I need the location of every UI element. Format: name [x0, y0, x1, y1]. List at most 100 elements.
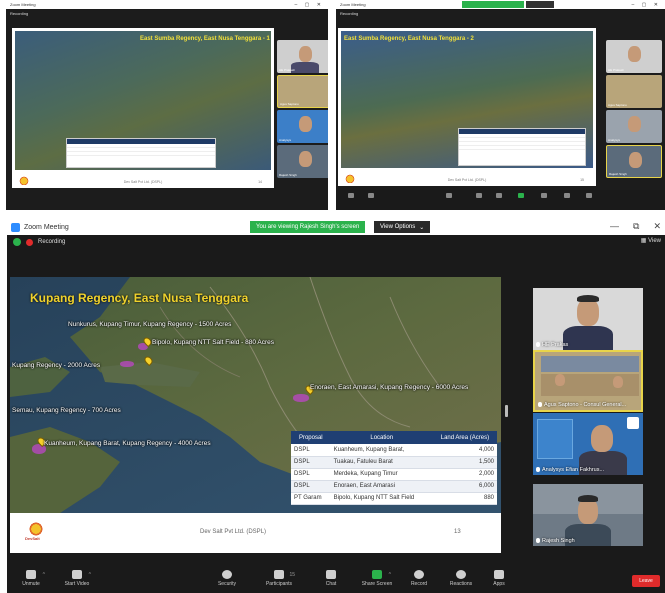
participants-icon: [274, 570, 284, 579]
participant-video[interactable]: Analysys Efian Fakhrus...: [533, 413, 643, 475]
microphone-muted-icon: [26, 570, 36, 579]
participant-name-tag: Rajesh Singh: [536, 538, 575, 544]
chat-button[interactable]: Chat: [311, 570, 351, 587]
chat-label: Chat: [325, 581, 337, 587]
record-icon: [414, 570, 424, 579]
participants-count: 15: [289, 572, 295, 578]
restore-button[interactable]: ⧉: [633, 221, 639, 232]
participant-name: HE Prakash: [608, 68, 625, 72]
column-header: Location: [330, 431, 433, 444]
participant-name: Analysys: [608, 138, 621, 142]
view-menu-button[interactable]: ▦ View: [641, 237, 661, 244]
shared-screen-slide: Kupang Regency, East Nusa Tenggara Nunku…: [10, 277, 501, 553]
table-cell: 880: [432, 492, 497, 505]
slide-footer: Dev Salt Pvt Ltd. (DSPL): [447, 178, 487, 182]
table-cell: DSPL: [291, 480, 331, 493]
start-video-button[interactable]: Start Video ^: [57, 570, 97, 587]
view-options-button[interactable]: [526, 1, 554, 8]
apps-icon: [494, 570, 504, 579]
column-header: Land Area (Acres): [432, 431, 497, 444]
panel-resize-handle[interactable]: [505, 405, 508, 417]
table-cell: PT Garam: [291, 492, 331, 505]
chevron-up-icon[interactable]: ^: [389, 572, 391, 578]
video-off-icon: [72, 570, 82, 579]
participant-video[interactable]: Rajesh Singh: [533, 484, 643, 546]
footer-company: Dev Salt Pvt Ltd. (DSPL): [200, 529, 267, 535]
table-cell: Merdeka, Kupang Timur: [330, 468, 433, 481]
slide-title: East Sumba Regency, East Nusa Tenggara -…: [344, 36, 474, 42]
window-title: Zoom Meeting: [10, 2, 36, 7]
minimize-button[interactable]: —: [610, 221, 619, 232]
view-menu-label: View: [648, 238, 661, 244]
participant-name: Rajesh Singh: [542, 538, 575, 544]
start-video-label: Start Video: [64, 581, 90, 587]
participant-video[interactable]: Rajesh Singh: [606, 145, 662, 178]
table-cell: DSPL: [291, 456, 331, 469]
close-button[interactable]: ✕: [653, 221, 661, 232]
chevron-up-icon[interactable]: ^: [43, 572, 45, 578]
proposal-table: [458, 128, 586, 166]
recording-indicator: Recording: [10, 11, 29, 16]
participant-video[interactable]: Analysys: [277, 110, 328, 143]
participant-video[interactable]: HE Prakas: [533, 288, 643, 350]
map-label: Kupang Regency - 2000 Acres: [12, 362, 101, 369]
recording-indicator: Recording: [340, 11, 359, 16]
shield-icon: [222, 570, 232, 579]
leave-button[interactable]: Leave: [632, 575, 660, 587]
map-label: Bipolo, Kupang NTT Salt Field - 880 Acre…: [152, 339, 274, 346]
map-label: Kuanheum, Kupang Barat, Kupang Regency -…: [44, 440, 211, 447]
share-screen-icon: [372, 570, 382, 579]
chat-icon: [326, 570, 336, 579]
share-screen-button[interactable]: Share Screen ^: [357, 570, 397, 587]
page-number: 14: [258, 180, 262, 184]
zoom-logo-icon: [11, 222, 20, 232]
window-controls: – ▢ ✕: [631, 1, 661, 8]
participant-name-tag: HE Prakas: [536, 342, 568, 348]
microphone-icon: [536, 467, 540, 472]
window-controls: – ▢ ✕: [294, 1, 324, 8]
meeting-toolbar: [336, 190, 665, 210]
viewing-banner: [462, 1, 524, 8]
security-button[interactable]: Security: [207, 570, 247, 587]
shield-icon[interactable]: [13, 238, 21, 246]
apps-button[interactable]: Apps: [479, 570, 519, 587]
salt-field-area: [120, 361, 134, 367]
participant-video[interactable]: Agus Saptono - Consul General...: [533, 350, 643, 412]
table-cell: Enoraen, East Amarasi: [330, 480, 433, 493]
title-bar: Zoom Meeting – ▢ ✕: [6, 0, 328, 9]
participant-video[interactable]: Agus Saptono: [277, 75, 328, 108]
table-cell: Tuakau, Fatuleu Barat: [330, 456, 433, 469]
participants-label: Participants: [265, 581, 293, 587]
participant-video[interactable]: Analysys: [606, 110, 662, 143]
window-title: Zoom Meeting: [340, 2, 366, 7]
grid-icon: ▦: [640, 238, 647, 244]
table-row: DSPL Tuakau, Fatuleu Barat 1,500: [291, 456, 497, 469]
window-controls: — ⧉ ✕: [610, 221, 661, 232]
participant-video[interactable]: HE Prakash: [606, 40, 662, 73]
table-cell: DSPL: [291, 468, 331, 481]
unmute-button[interactable]: Unmute ^: [11, 570, 51, 587]
participant-video[interactable]: Rajesh Singh: [277, 145, 328, 178]
reactions-button[interactable]: Reactions: [441, 570, 481, 587]
table-row: DSPL Enoraen, East Amarasi 6,000: [291, 480, 497, 493]
participant-video[interactable]: HE Prakash: [277, 40, 328, 73]
table-cell: 6,000: [432, 480, 497, 493]
participant-video[interactable]: Agus Saptono: [606, 75, 662, 108]
table-row: PT Garam Bipolo, Kupang NTT Salt Field 8…: [291, 492, 497, 505]
microphone-icon: [536, 538, 540, 543]
page-number: 15: [580, 178, 584, 182]
participants-button[interactable]: Participants 15: [259, 570, 299, 587]
participant-name-tag: Agus Saptono - Consul General...: [538, 402, 626, 408]
record-button[interactable]: Record: [399, 570, 439, 587]
microphone-icon: [536, 342, 540, 347]
shared-slide: East Sumba Regency, East Nusa Tenggara -…: [338, 28, 596, 186]
reactions-icon: [456, 570, 466, 579]
table-cell: 4,000: [432, 444, 497, 457]
table-row: DSPL Merdeka, Kupang Timur 2,000: [291, 468, 497, 481]
participant-name: HE Prakas: [542, 342, 569, 348]
slide-footer: Dev Salt Pvt Ltd. (DSPL): [123, 180, 163, 184]
view-options-button[interactable]: View Options ⌄: [374, 221, 431, 233]
chevron-up-icon[interactable]: ^: [89, 572, 91, 578]
meeting-toolbar: Unmute ^ Start Video ^ Security Particip…: [7, 567, 665, 593]
participant-name: Rajesh Singh: [279, 173, 297, 177]
